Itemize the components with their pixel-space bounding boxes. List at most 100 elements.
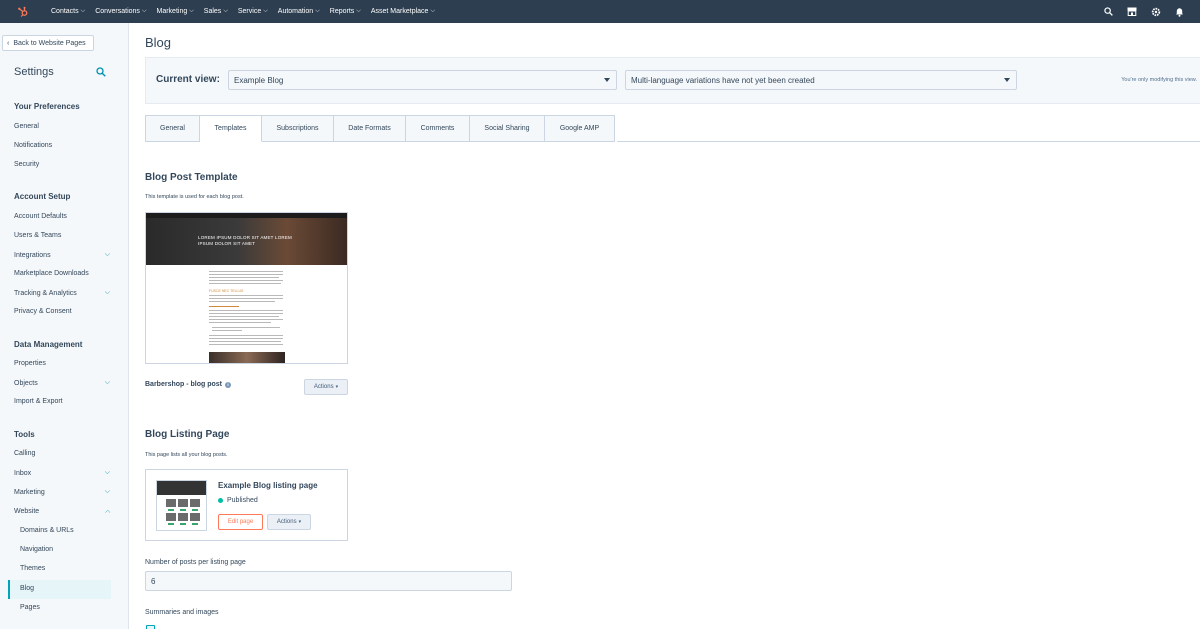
tab-social-sharing[interactable]: Social Sharing [470, 115, 545, 142]
info-icon[interactable]: i [225, 381, 231, 388]
chevron-down-icon: ⌵ [104, 379, 110, 386]
blog-post-template-desc: This template is used for each blog post… [145, 194, 244, 200]
section-tools: Tools [14, 430, 35, 439]
page-title: Blog [145, 35, 172, 50]
template-name-text: Barbershop - blog post [145, 381, 222, 388]
bell-icon[interactable] [1175, 7, 1184, 17]
preview-text-line [209, 313, 283, 314]
nav-contacts[interactable]: Contacts ⌵ [46, 0, 90, 23]
modifying-note: You're only modifying this view. [1121, 77, 1197, 83]
current-view-label: Current view: [156, 74, 220, 85]
nav-asset-marketplace[interactable]: Asset Marketplace ⌵ [366, 0, 440, 23]
thumb-cell [190, 499, 200, 507]
hubspot-logo-icon[interactable] [0, 0, 46, 23]
preview-text-line [209, 283, 281, 284]
search-icon[interactable] [96, 67, 106, 79]
sidebar-item-label: Marketing [14, 488, 45, 496]
sidebar-item-import-export[interactable]: Import & Export [14, 398, 114, 405]
nav-label: Marketing [156, 8, 188, 15]
settings-tabs: General Templates Subscriptions Date For… [145, 115, 615, 142]
actions-label: Actions [313, 384, 334, 390]
preview-text-line [209, 338, 283, 339]
marketplace-icon[interactable] [1127, 7, 1137, 16]
chevron-left-icon: ‹ [7, 39, 10, 47]
status-text: Published [227, 497, 258, 504]
sidebar-item-marketplace-downloads[interactable]: Marketplace Downloads [14, 270, 114, 277]
section-account-setup: Account Setup [14, 192, 71, 201]
sidebar-item-privacy-consent[interactable]: Privacy & Consent [14, 308, 114, 315]
sidebar-item-label: Pages [20, 604, 40, 611]
tab-divider [617, 141, 1200, 142]
sidebar-item-pages[interactable]: Pages [20, 604, 114, 611]
preview-text-line [212, 330, 242, 331]
preview-text-line [209, 310, 283, 311]
current-view-bar: Current view: Example Blog Multi-languag… [145, 57, 1200, 104]
main-content: Blog Current view: Example Blog Multi-la… [129, 23, 1200, 629]
sidebar-item-themes[interactable]: Themes [20, 565, 114, 572]
nav-sales[interactable]: Sales ⌵ [199, 0, 233, 23]
preview-subheading: FUSCE NEC TELLUS [209, 289, 244, 293]
caret-down-icon [1004, 78, 1010, 82]
chevron-down-icon: ⌵ [104, 488, 110, 495]
preview-text-line [209, 295, 283, 296]
sidebar-item-general[interactable]: General [14, 123, 114, 130]
nav-conversations[interactable]: Conversations ⌵ [90, 0, 151, 23]
thumb-tag [180, 523, 186, 525]
sidebar-item-label: Properties [14, 360, 46, 367]
sidebar-item-marketing[interactable]: Marketing ⌵ [14, 488, 114, 496]
tab-google-amp[interactable]: Google AMP [545, 115, 615, 142]
chevron-down-icon: ⌵ [356, 8, 361, 14]
sidebar-item-label: Themes [20, 565, 46, 572]
sidebar-item-inbox[interactable]: Inbox ⌵ [14, 469, 114, 477]
nav-service[interactable]: Service ⌵ [233, 0, 273, 23]
posts-per-page-input[interactable]: 6 [145, 571, 512, 591]
edit-page-button[interactable]: Edit page [218, 514, 263, 530]
sidebar-item-label: Blog [20, 585, 35, 592]
sidebar-item-account-defaults[interactable]: Account Defaults [14, 213, 114, 220]
sidebar-item-properties[interactable]: Properties [14, 360, 114, 367]
tab-templates[interactable]: Templates [200, 115, 262, 142]
sidebar-item-objects[interactable]: Objects ⌵ [14, 379, 114, 387]
search-icon[interactable] [1104, 7, 1113, 16]
chevron-down-icon: ⌵ [189, 8, 194, 14]
actions-label: Actions [276, 519, 297, 525]
tab-comments[interactable]: Comments [406, 115, 470, 142]
sidebar-item-users-teams[interactable]: Users & Teams [14, 232, 114, 239]
listing-thumbnail[interactable] [156, 480, 207, 531]
sidebar-item-calling[interactable]: Calling [14, 450, 114, 457]
preview-text-line [209, 316, 279, 317]
thumb-cell [178, 513, 188, 521]
nav-label: Conversations [95, 8, 140, 15]
sidebar-item-blog[interactable]: Blog [20, 585, 114, 592]
sidebar-item-website[interactable]: Website ⌵ [14, 507, 114, 516]
blog-post-template-preview[interactable]: LOREM IPSUM DOLOR SIT AMET LOREM IPSUM D… [145, 212, 348, 364]
tab-general[interactable]: General [145, 115, 200, 142]
sidebar-item-domains-urls[interactable]: Domains & URLs [20, 527, 114, 534]
thumb-cell [166, 499, 176, 507]
sidebar-item-security[interactable]: Security [14, 161, 114, 168]
preview-text-line [209, 344, 283, 345]
post-template-actions-button[interactable]: Actions ▾ [304, 379, 348, 395]
summaries-checkbox[interactable] [146, 625, 155, 629]
sidebar-item-navigation[interactable]: Navigation [20, 546, 114, 553]
nav-marketing[interactable]: Marketing ⌵ [152, 0, 199, 23]
status-dot-icon [218, 498, 223, 503]
sidebar-item-label: Marketplace Downloads [14, 270, 89, 277]
sidebar-item-integrations[interactable]: Integrations ⌵ [14, 251, 114, 259]
back-to-website-pages-button[interactable]: ‹ Back to Website Pages [2, 35, 94, 51]
sidebar-item-label: Calling [14, 450, 36, 457]
listing-actions-button[interactable]: Actions ▾ [267, 514, 311, 530]
nav-label: Contacts [51, 8, 79, 15]
nav-automation[interactable]: Automation ⌵ [273, 0, 325, 23]
blog-select[interactable]: Example Blog [228, 70, 617, 90]
tab-date-formats[interactable]: Date Formats [334, 115, 406, 142]
gear-icon[interactable] [1151, 7, 1161, 17]
listing-page-title[interactable]: Example Blog listing page [218, 481, 318, 490]
language-select[interactable]: Multi-language variations have not yet b… [625, 70, 1017, 90]
sidebar-item-tracking-analytics[interactable]: Tracking & Analytics ⌵ [14, 289, 114, 297]
sidebar-item-notifications[interactable]: Notifications [14, 142, 114, 149]
nav-reports[interactable]: Reports ⌵ [325, 0, 366, 23]
tab-subscriptions[interactable]: Subscriptions [262, 115, 334, 142]
preview-accent-line [209, 306, 239, 307]
sidebar-item-label: Security [14, 161, 40, 168]
